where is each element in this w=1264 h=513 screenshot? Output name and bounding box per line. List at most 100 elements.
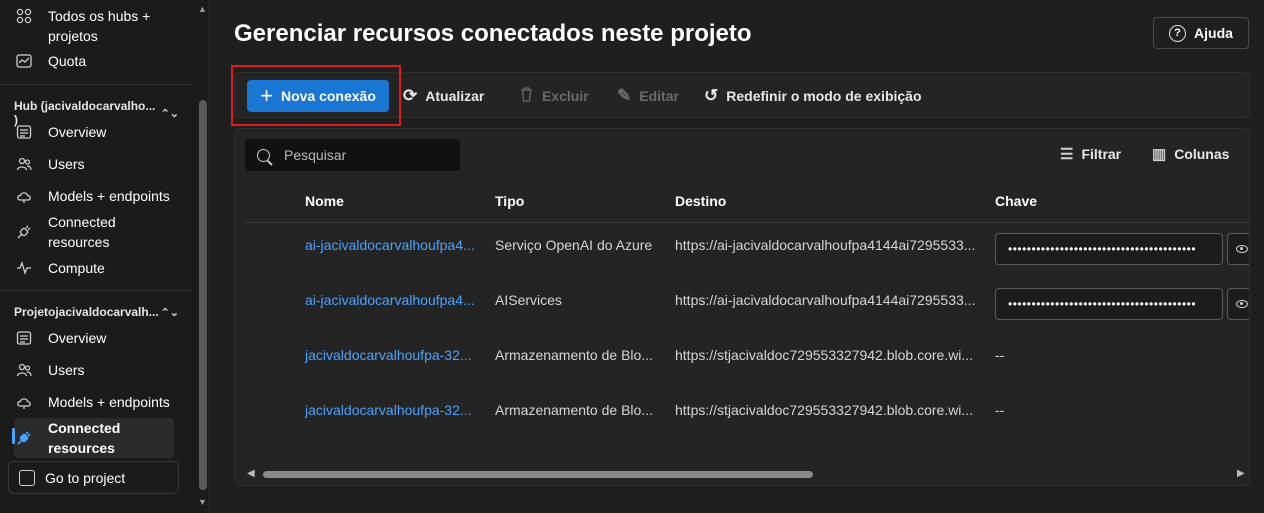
question-icon: ? [1169,24,1187,42]
refresh-icon: ⟳ [403,86,418,105]
search-box[interactable] [245,139,460,171]
sidebar-item-label: Models + endpoints [48,188,170,204]
sidebar-item-hub-users[interactable]: Users [14,154,174,174]
show-key-button[interactable] [1227,288,1249,320]
undo-icon: ↺ [704,86,719,105]
overview-icon [14,122,34,142]
sidebar-item-label: Compute [48,260,105,276]
sidebar-item-label: Connected resources [48,420,121,456]
connection-name-link[interactable]: jacivaldocarvalhoufpa-32... [305,402,472,418]
scroll-down-icon[interactable]: ▼ [198,497,207,507]
columns-icon: ▥ [1152,146,1167,163]
sidebar-item-hub-connected[interactable]: Connected resources [14,212,174,252]
users-icon [14,360,34,380]
scrollbar-thumb[interactable] [199,100,207,490]
key-empty: -- [995,347,1005,363]
connection-name-link[interactable]: ai-jacivaldocarvalhoufpa4... [305,292,475,308]
grid-icon [14,6,34,26]
sidebar-item-label: Overview [48,330,107,346]
sidebar-item-hub-compute[interactable]: Compute [14,258,174,278]
edit-label: Editar [639,88,679,104]
connection-type: Serviço OpenAI do Azure [495,237,653,253]
sidebar-item-label: Connected resources [48,214,116,250]
go-to-project-label: Go to project [45,469,126,486]
sidebar-item-hub-models[interactable]: Models + endpoints [14,186,174,206]
connection-type: AIServices [495,292,562,308]
columns-label: Colunas [1174,146,1230,162]
help-button[interactable]: ? Ajuda [1153,17,1249,49]
connection-type: Armazenamento de Blo... [495,347,653,363]
key-field[interactable]: •••••••••••••••••••••••••••••••••••••••• [995,288,1223,320]
search-input[interactable] [284,147,444,163]
sidebar-item-label: Users [48,156,85,172]
connection-target: https://stjacivaldoc729553327942.blob.co… [675,347,974,363]
sidebar-item-label: Overview [48,124,107,140]
go-to-project-button[interactable]: Go to project [8,461,179,494]
reset-view-button[interactable]: ↺ Redefinir o modo de exibição [704,73,922,119]
connection-target: https://ai-jacivaldocarvalhoufpa4144ai72… [675,237,976,253]
table-row[interactable]: jacivaldocarvalhoufpa-32... Armazenament… [243,333,1249,388]
column-header-key[interactable]: Chave [995,193,1037,209]
sidebar-item-project-overview[interactable]: Overview [14,328,174,348]
reset-view-label: Redefinir o modo de exibição [726,88,922,104]
divider [0,84,192,85]
refresh-button[interactable]: ⟳ Atualizar [403,73,484,119]
edit-button[interactable]: ✎ Editar [617,73,679,119]
sidebar-item-project-connected[interactable]: Connected resources [14,418,174,458]
key-empty: -- [995,402,1005,418]
columns-button[interactable]: ▥ Colunas [1152,145,1229,163]
connections-panel: ☰ Filtrar ▥ Colunas Nome Tipo Destino Ch… [234,128,1250,486]
sidebar-item-project-users[interactable]: Users [14,360,174,380]
plug-icon [14,428,34,448]
connection-type: Armazenamento de Blo... [495,402,653,418]
filter-label: Filtrar [1081,146,1122,162]
sidebar-item-hub-overview[interactable]: Overview [14,122,174,142]
scrollbar-thumb[interactable] [263,471,813,478]
delete-label: Excluir [542,88,589,104]
refresh-label: Atualizar [425,88,485,104]
expand-collapse-icon: ⌃⌄ [160,107,179,120]
column-header-target[interactable]: Destino [675,193,726,209]
eye-icon [1236,300,1248,308]
open-icon [19,469,35,486]
sidebar-item-label: Models + endpoints [48,394,170,410]
filter-button[interactable]: ☰ Filtrar [1060,145,1121,163]
sidebar-item-label: Users [48,362,85,378]
scroll-up-icon[interactable]: ▲ [198,4,207,14]
sidebar-item-label: Quota [48,53,87,69]
divider [0,290,192,291]
delete-button[interactable]: Excluir [519,73,589,119]
table-horizontal-scrollbar[interactable]: ◀ ▶ [245,467,1245,481]
pencil-icon: ✎ [617,86,632,105]
cloud-icon [14,186,34,206]
connection-name-link[interactable]: ai-jacivaldocarvalhoufpa4... [305,237,475,253]
plug-icon [14,222,34,242]
key-field[interactable]: •••••••••••••••••••••••••••••••••••••••• [995,233,1223,265]
project-group-header[interactable]: Projetojacivaldocarvalh... ⌃⌄ [14,305,179,319]
sidebar-item-label: Todos os hubs + projetos [48,8,151,44]
users-icon [14,154,34,174]
table-row[interactable]: jacivaldocarvalhoufpa-32... Armazenament… [243,388,1249,443]
pulse-icon [14,258,34,278]
search-icon [257,148,270,162]
sidebar-item-all-hubs[interactable]: Todos os hubs + projetos [14,6,174,46]
chart-icon [14,51,34,71]
column-header-type[interactable]: Tipo [495,193,524,209]
page-title: Gerenciar recursos conectados neste proj… [234,20,752,47]
scroll-left-icon[interactable]: ◀ [247,468,255,479]
sidebar-item-quota[interactable]: Quota [14,51,174,71]
table-row[interactable]: ai-jacivaldocarvalhoufpa4... Serviço Ope… [243,223,1249,278]
highlight-annotation [231,65,401,126]
connection-target: https://ai-jacivaldocarvalhoufpa4144ai72… [675,292,976,308]
show-key-button[interactable] [1227,233,1249,265]
table-row[interactable]: ai-jacivaldocarvalhoufpa4... AIServices … [243,278,1249,333]
overview-icon [14,328,34,348]
expand-collapse-icon: ⌃⌄ [160,306,179,319]
eye-icon [1236,245,1248,253]
sidebar-scrollbar[interactable]: ▲ ▼ [196,0,210,513]
scroll-right-icon[interactable]: ▶ [1237,468,1245,479]
active-indicator [12,428,15,444]
sidebar-item-project-models[interactable]: Models + endpoints [14,392,174,412]
column-header-name[interactable]: Nome [305,193,344,209]
connection-name-link[interactable]: jacivaldocarvalhoufpa-32... [305,347,472,363]
